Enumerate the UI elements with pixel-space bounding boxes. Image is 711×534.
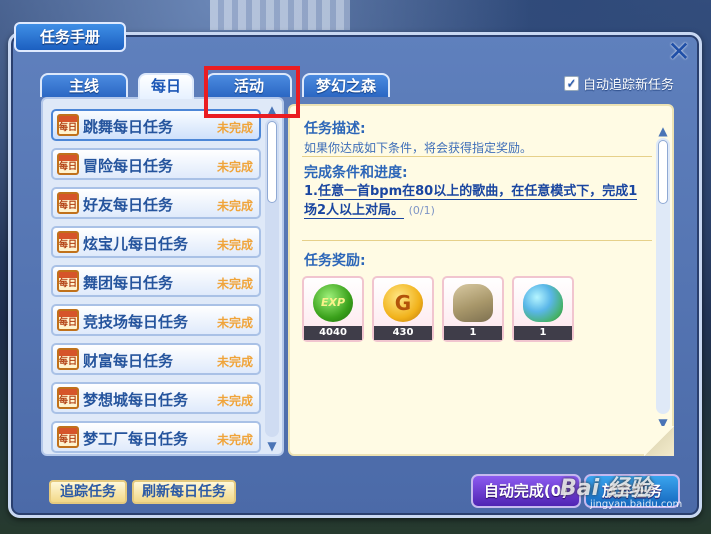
task-name: 冒险每日任务 <box>83 157 174 175</box>
task-list-scrollbar[interactable] <box>265 119 279 437</box>
task-name: 好友每日任务 <box>83 196 174 214</box>
exp-icon: EXP <box>313 284 353 322</box>
calendar-icon: 每日 <box>57 114 79 136</box>
scrollbar-thumb[interactable] <box>267 121 277 203</box>
calendar-icon: 每日 <box>57 231 79 253</box>
auto-track-checkbox[interactable]: ✓ <box>564 76 579 91</box>
task-status: 未完成 <box>216 277 253 291</box>
castle-tower-decoration <box>210 0 350 30</box>
task-name: 竞技场每日任务 <box>83 313 189 331</box>
task-list-panel: 每日 跳舞每日任务 未完成 每日 冒险每日任务 未完成 每日 好友每日任务 未完… <box>41 97 284 456</box>
detail-scrollbar-thumb[interactable] <box>658 140 668 204</box>
window-title: 任务手册 <box>14 22 126 52</box>
list-item[interactable]: 每日 好友每日任务 未完成 <box>51 187 261 219</box>
tab-main[interactable]: 主线 <box>40 73 128 97</box>
task-name: 舞团每日任务 <box>83 274 174 292</box>
task-status: 未完成 <box>216 394 253 408</box>
reward-count: 4040 <box>304 326 362 340</box>
gem-leaf-icon <box>523 284 563 322</box>
item-reward-2[interactable]: 1 <box>512 276 574 342</box>
watermark-url: jingyan.baidu.com <box>590 499 683 510</box>
task-status: 未完成 <box>216 238 253 252</box>
calendar-icon: 每日 <box>57 348 79 370</box>
list-item[interactable]: 每日 炫宝儿每日任务 未完成 <box>51 226 261 258</box>
divider <box>302 156 652 157</box>
cloth-bundle-icon <box>453 284 493 322</box>
task-name: 跳舞每日任务 <box>83 118 174 136</box>
divider <box>302 240 652 241</box>
task-status: 未完成 <box>216 433 253 447</box>
tab-dream-forest[interactable]: 梦幻之森 <box>302 73 390 97</box>
task-detail-panel: 任务描述: 如果你达成如下条件，将会获得指定奖励。 完成条件和进度: 1.任意一… <box>288 104 674 456</box>
tab-daily[interactable]: 每日 <box>138 73 194 99</box>
task-status: 未完成 <box>216 355 253 369</box>
calendar-icon: 每日 <box>57 270 79 292</box>
task-name: 财富每日任务 <box>83 352 174 370</box>
exp-reward[interactable]: EXP 4040 <box>302 276 364 342</box>
watermark: Bai 经验 <box>560 476 651 501</box>
list-item[interactable]: 每日 竞技场每日任务 未完成 <box>51 304 261 336</box>
desc-title: 任务描述: <box>304 121 366 137</box>
task-name: 梦想城每日任务 <box>83 391 189 409</box>
list-item[interactable]: 每日 冒险每日任务 未完成 <box>51 148 261 180</box>
detail-scroll-up-icon[interactable]: ▲ <box>656 124 670 138</box>
auto-track-option[interactable]: ✓ 自动追踪新任务 <box>564 74 674 93</box>
task-name: 梦工厂每日任务 <box>83 430 189 448</box>
reward-count: 430 <box>374 326 432 340</box>
highlight-box <box>204 66 300 118</box>
calendar-icon: 每日 <box>57 309 79 331</box>
item-reward-1[interactable]: 1 <box>442 276 504 342</box>
cond-title: 完成条件和进度: <box>304 165 408 181</box>
reward-count: 1 <box>444 326 502 340</box>
refresh-daily-button[interactable]: 刷新每日任务 <box>132 480 236 504</box>
calendar-icon: 每日 <box>57 153 79 175</box>
close-icon[interactable]: ✕ <box>664 38 694 66</box>
list-item[interactable]: 每日 财富每日任务 未完成 <box>51 343 261 375</box>
auto-track-label: 自动追踪新任务 <box>583 78 675 93</box>
task-name: 炫宝儿每日任务 <box>83 235 189 253</box>
calendar-icon: 每日 <box>57 192 79 214</box>
gold-reward[interactable]: G 430 <box>372 276 434 342</box>
task-status: 未完成 <box>216 160 253 174</box>
detail-scrollbar[interactable] <box>656 138 670 414</box>
gold-coin-icon: G <box>383 284 423 322</box>
condition-text: 1.任意一首bpm在80以上的歌曲，在任意模式下，完成1场2人以上对局。 (0/… <box>304 184 638 219</box>
page-curl-decoration <box>644 426 674 456</box>
calendar-icon: 每日 <box>57 426 79 448</box>
list-item[interactable]: 每日 梦工厂每日任务 未完成 <box>51 421 261 453</box>
task-status: 未完成 <box>216 121 253 135</box>
list-item[interactable]: 每日 梦想城每日任务 未完成 <box>51 382 261 414</box>
calendar-icon: 每日 <box>57 387 79 409</box>
list-item[interactable]: 每日 舞团每日任务 未完成 <box>51 265 261 297</box>
desc-text: 如果你达成如下条件，将会获得指定奖励。 <box>304 141 533 155</box>
condition-progress: (0/1) <box>408 204 435 217</box>
scroll-down-icon[interactable]: ▼ <box>265 439 279 453</box>
task-status: 未完成 <box>216 199 253 213</box>
task-status: 未完成 <box>216 316 253 330</box>
track-task-button[interactable]: 追踪任务 <box>49 480 127 504</box>
reward-count: 1 <box>514 326 572 340</box>
reward-title: 任务奖励: <box>304 253 366 269</box>
